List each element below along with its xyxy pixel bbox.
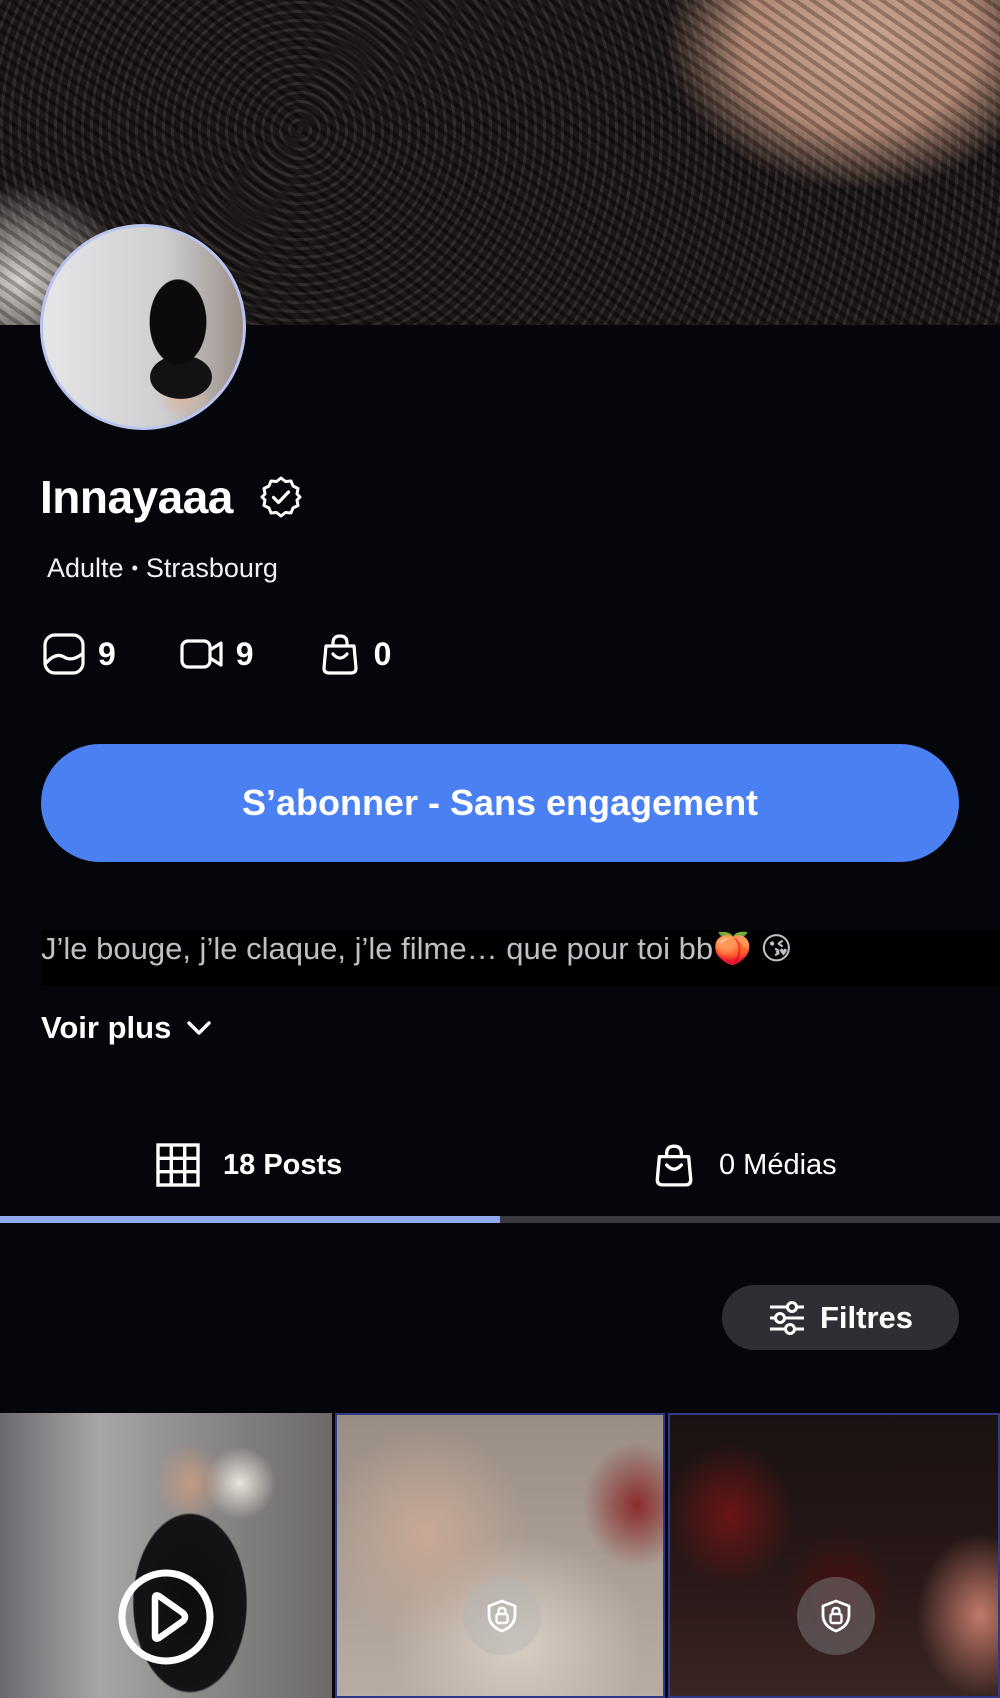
- profile-meta: Adulte • Strasbourg: [47, 553, 278, 584]
- tab-active-indicator: [0, 1216, 500, 1223]
- lock-shield-icon: [821, 1599, 851, 1633]
- avatar[interactable]: [40, 224, 246, 430]
- tab-posts-label: 18 Posts: [223, 1148, 343, 1181]
- see-more-label: Voir plus: [41, 1010, 172, 1045]
- stat-videos-count: 9: [235, 635, 254, 672]
- see-more-button[interactable]: Voir plus: [41, 1010, 213, 1046]
- post-tile-video[interactable]: [0, 1413, 332, 1698]
- stat-shop: 0: [318, 632, 392, 676]
- photo-icon: [43, 633, 85, 675]
- content-tabs: 18 Posts 0 Médias: [0, 1110, 1000, 1226]
- tab-medias[interactable]: 0 Médias: [651, 1110, 837, 1220]
- stat-photos-count: 9: [98, 635, 116, 672]
- play-icon[interactable]: [117, 1568, 215, 1666]
- lock-badge: [463, 1577, 541, 1655]
- video-camera-icon: [180, 639, 223, 669]
- tab-posts[interactable]: 18 Posts: [155, 1110, 342, 1220]
- profile-header: Innayaaa: [40, 470, 303, 524]
- grid-icon: [156, 1143, 200, 1187]
- meta-separator: •: [131, 558, 138, 578]
- chevron-down-icon: [187, 1021, 212, 1035]
- category-label: Adulte: [47, 553, 124, 583]
- location-label: Strasbourg: [145, 553, 278, 583]
- post-tile-locked[interactable]: [335, 1413, 665, 1698]
- shopping-bag-icon: [321, 634, 358, 675]
- stat-videos: 9: [180, 632, 254, 676]
- profile-stats: 9 9 0: [42, 632, 455, 676]
- filters-label: Filtres: [819, 1299, 914, 1335]
- stat-shop-count: 0: [373, 635, 392, 672]
- shopping-bag-icon: [655, 1144, 693, 1187]
- verified-badge-icon: [260, 476, 302, 518]
- lock-badge: [797, 1577, 875, 1655]
- bio-text: J’le bouge, j’le claque, j’le filme… que…: [41, 930, 1000, 986]
- post-tile-locked[interactable]: [668, 1413, 1000, 1698]
- posts-grid: [0, 1413, 1000, 1698]
- tab-medias-label: 0 Médias: [719, 1148, 837, 1181]
- stat-photos: 9: [42, 632, 116, 676]
- subscribe-button[interactable]: S’abonner - Sans engagement: [41, 744, 959, 862]
- filters-button[interactable]: Filtres: [722, 1285, 959, 1350]
- lock-shield-icon: [487, 1599, 517, 1633]
- profile-name: Innayaaa: [40, 471, 233, 523]
- sliders-icon: [769, 1300, 804, 1335]
